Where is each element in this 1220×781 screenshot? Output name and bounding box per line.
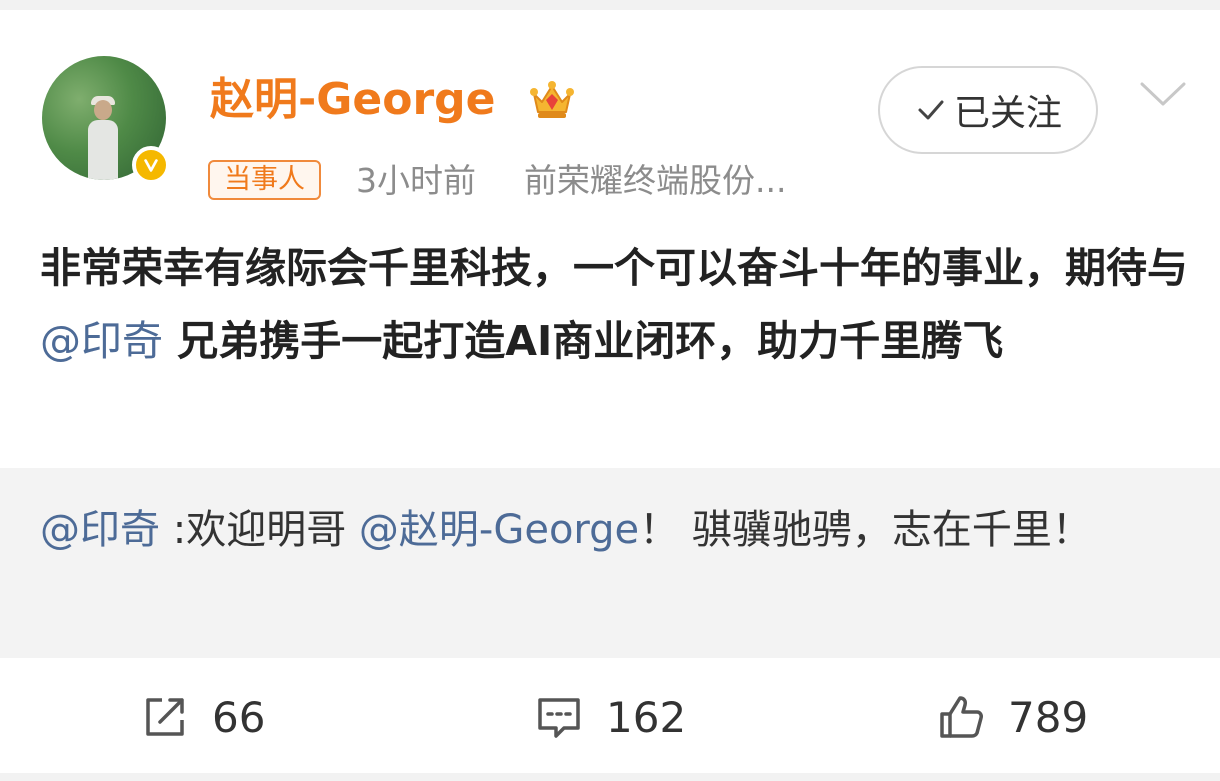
follow-button[interactable]: 已关注 [878, 66, 1098, 154]
repost-content: @印奇 :欢迎明哥 @赵明-George！ 骐骥驰骋，志在千里！ [40, 494, 1190, 566]
verified-badge-icon [132, 146, 170, 184]
repost-icon [146, 698, 184, 736]
like-count: 789 [1008, 692, 1089, 742]
action-bar: 66 162 789 [0, 670, 1220, 773]
mention-link[interactable]: @印奇 [40, 317, 163, 365]
avatar-person-body [88, 120, 118, 180]
repost-mention-user[interactable]: @赵明-George [359, 507, 639, 553]
post-text-part1: 非常荣幸有缘际会千里科技，一个可以奋斗十年的事业，期待与 [40, 244, 1188, 292]
post-source[interactable]: 前荣耀终端股份... [524, 160, 786, 202]
avatar-person-head [94, 100, 112, 120]
comment-button[interactable]: 162 [534, 692, 686, 742]
repost-box[interactable]: @印奇 :欢迎明哥 @赵明-George！ 骐骥驰骋，志在千里！ [0, 468, 1220, 658]
weibo-post-card: 赵明-George 当事人 3小时前 前荣耀终端股份... 已关注 非常荣幸有缘… [0, 10, 1220, 773]
like-button[interactable]: 789 [936, 692, 1088, 742]
repost-text-part1: :欢迎明哥 [160, 507, 359, 553]
repost-mention-author[interactable]: @印奇 [40, 507, 160, 553]
thumbs-up-icon [940, 696, 983, 738]
comment-icon [538, 698, 580, 738]
post-timestamp: 3小时前 [356, 161, 476, 200]
repost-button[interactable]: 66 [140, 692, 265, 742]
post-content: 非常荣幸有缘际会千里科技，一个可以奋斗十年的事业，期待与 @印奇 兄弟携手一起打造… [40, 232, 1190, 378]
username[interactable]: 赵明-George [210, 72, 495, 128]
repost-text-part2: ！ 骐骥驰骋，志在千里！ [639, 507, 1092, 553]
status-tag: 当事人 [208, 160, 321, 200]
crown-icon [530, 81, 574, 118]
chevron-down-icon[interactable] [1138, 74, 1188, 114]
post-text-part2: 兄弟携手一起打造AI商业闭环，助力千里腾飞 [163, 317, 1004, 365]
repost-count: 66 [212, 692, 266, 742]
check-icon [918, 100, 944, 120]
follow-button-label: 已关注 [953, 93, 1062, 134]
comment-count: 162 [606, 692, 687, 742]
